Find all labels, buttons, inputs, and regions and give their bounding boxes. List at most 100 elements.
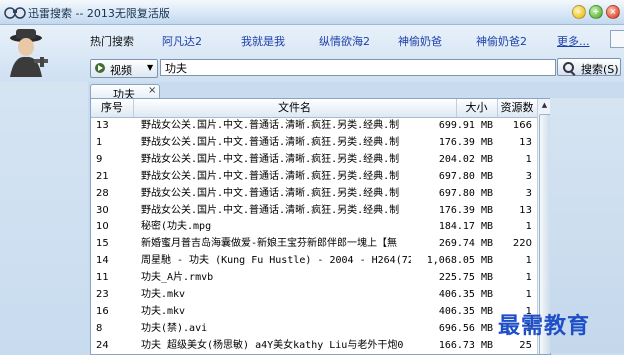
table-row[interactable]: 24 功夫 超级美女(杨思敏) a4Y美女kathy Liu与老外干炮0 166.7… bbox=[91, 338, 537, 354]
more-link[interactable]: 更多... bbox=[557, 33, 590, 49]
table-row[interactable]: 1 野战女公关.国片.中文.普通话.清晰.疯狂.另类.经典.制 176.39 MB 1… bbox=[91, 135, 537, 151]
search-icon bbox=[563, 62, 574, 73]
left-pane bbox=[0, 82, 88, 353]
search-button-label: 搜索(S) bbox=[581, 63, 619, 76]
cell-no: 1 bbox=[96, 136, 103, 148]
expand-icon[interactable] bbox=[610, 30, 624, 48]
cell-size: 406.35 MB bbox=[438, 289, 493, 300]
table-row[interactable]: 13 野战女公关.国片.中文.普通话.清晰.疯狂.另类.经典.制 699.91 MB… bbox=[91, 118, 537, 134]
table-row[interactable]: 23 功夫.mkv 406.35 MB 1 bbox=[91, 287, 537, 303]
column-header-no[interactable]: 序号 bbox=[91, 99, 134, 117]
cell-count: 1 bbox=[525, 289, 532, 300]
hot-link-4[interactable]: 神偷奶爸 bbox=[398, 33, 442, 49]
table-row[interactable]: 21 野战女公关.国片.中文.普通话.清晰.疯狂.另类.经典.制 697.80 MB… bbox=[91, 169, 537, 185]
cell-name: 功夫 超级美女(杨思敏) a4Y美女kathy Liu与老外干炮0 bbox=[141, 339, 404, 351]
cell-size: 697.80 MB bbox=[438, 170, 493, 182]
cell-name: 野战女公关.国片.中文.普通话.清晰.疯狂.另类.经典.制 bbox=[141, 204, 400, 216]
close-button[interactable]: × bbox=[606, 5, 620, 19]
cell-no: 28 bbox=[96, 187, 109, 199]
cell-size: 1,068.05 MB bbox=[426, 255, 493, 267]
cell-no: 13 bbox=[96, 120, 109, 131]
table-header: 序号 文件名 大小 资源数 bbox=[91, 99, 550, 118]
chevron-down-icon: ▼ bbox=[147, 63, 154, 72]
cell-name: 新婚蜜月普吉岛海囊做爱-新娘王宝芬新郎伴郎一塊上【無 bbox=[141, 238, 398, 250]
hot-link-2[interactable]: 我就是我 bbox=[241, 33, 285, 49]
table-row[interactable]: 14 周星馳 - 功夫 (Kung Fu Hustle) - 2004 - H26… bbox=[91, 253, 537, 269]
cell-name: 功夫(禁).avi bbox=[141, 322, 208, 334]
cell-count: 1 bbox=[525, 221, 532, 233]
cell-no: 15 bbox=[96, 238, 109, 250]
cell-name: 野战女公关.国片.中文.普通话.清晰.疯狂.另类.经典.制 bbox=[141, 187, 400, 199]
table-row[interactable]: 10 秘密(功夫.mpg 184.17 MB 1 bbox=[91, 219, 537, 235]
cell-no: 21 bbox=[96, 170, 109, 182]
watermark: 最需教育 bbox=[498, 313, 591, 339]
maximize-button[interactable]: + bbox=[589, 5, 603, 19]
table-row[interactable]: 8 功夫(禁).avi 696.56 MB 1 bbox=[91, 321, 537, 337]
hot-link-1[interactable]: 阿凡达2 bbox=[162, 33, 202, 49]
cell-name: 秘密(功夫.mpg bbox=[141, 221, 212, 233]
search-panel: 热门搜索 阿凡达2 我就是我 纵情欲海2 神偷奶爸 神偷奶爸2 更多... 视频… bbox=[0, 25, 624, 82]
cell-size: 204.02 MB bbox=[438, 153, 493, 165]
cell-size: 166.73 MB bbox=[438, 339, 493, 351]
play-icon bbox=[95, 63, 105, 73]
cell-size: 406.35 MB bbox=[438, 305, 493, 317]
table-row[interactable]: 28 野战女公关.国片.中文.普通话.清晰.疯狂.另类.经典.制 697.80 MB… bbox=[91, 186, 537, 202]
cell-no: 16 bbox=[96, 305, 109, 317]
search-input[interactable] bbox=[160, 59, 556, 76]
minimize-button[interactable]: - bbox=[572, 5, 586, 19]
cell-size: 176.39 MB bbox=[438, 136, 493, 148]
cell-no: 9 bbox=[96, 153, 103, 165]
table-row[interactable]: 11 功夫_A片.rmvb 225.75 MB 1 bbox=[91, 270, 537, 286]
cell-no: 10 bbox=[96, 221, 109, 233]
cell-no: 11 bbox=[96, 272, 109, 284]
cell-count: 13 bbox=[519, 204, 532, 216]
media-type-select[interactable]: 视频 ▼ bbox=[90, 59, 158, 78]
table-row[interactable]: 30 野战女公关.国片.中文.普通话.清晰.疯狂.另类.经典.制 176.39 MB… bbox=[91, 203, 537, 219]
cell-size: 184.17 MB bbox=[438, 221, 493, 233]
cell-size: 696.56 MB bbox=[438, 322, 493, 334]
close-tab-icon[interactable]: × bbox=[148, 85, 156, 96]
media-type-value: 视频 bbox=[110, 64, 132, 77]
cell-name: 野战女公关.国片.中文.普通话.清晰.疯狂.另类.经典.制 bbox=[141, 170, 400, 182]
title-bar: 迅雷搜索 -- 2013无限复活版 - + × bbox=[0, 0, 624, 25]
cell-size: 699.91 MB bbox=[438, 120, 493, 131]
cell-no: 30 bbox=[96, 204, 109, 216]
cell-name: 野战女公关.国片.中文.普通话.清晰.疯狂.另类.经典.制 bbox=[141, 120, 400, 131]
cell-size: 225.75 MB bbox=[438, 272, 493, 284]
column-header-size[interactable]: 大小 bbox=[456, 99, 498, 117]
cell-count: 1 bbox=[525, 255, 532, 267]
tab-kungfu[interactable]: 功夫 × bbox=[90, 84, 160, 101]
cell-size: 176.39 MB bbox=[438, 204, 493, 216]
cell-no: 23 bbox=[96, 289, 109, 300]
tab-strip: 功夫 × bbox=[90, 84, 624, 101]
cell-size: 697.80 MB bbox=[438, 187, 493, 199]
cell-name: 周星馳 - 功夫 (Kung Fu Hustle) - 2004 - H264(… bbox=[141, 255, 411, 267]
cell-no: 8 bbox=[96, 322, 103, 334]
table-row[interactable]: 16 功夫.mkv 406.35 MB 1 bbox=[91, 304, 537, 320]
cell-name: 功夫_A片.rmvb bbox=[141, 272, 214, 284]
hot-link-3[interactable]: 纵情欲海2 bbox=[319, 33, 370, 49]
column-header-name[interactable]: 文件名 bbox=[133, 99, 457, 117]
cell-no: 24 bbox=[96, 339, 109, 351]
cell-count: 1 bbox=[525, 272, 532, 284]
cell-name: 功夫.mkv bbox=[141, 305, 186, 317]
cell-name: 功夫.mkv bbox=[141, 289, 186, 300]
hot-link-5[interactable]: 神偷奶爸2 bbox=[476, 33, 527, 49]
window-title: 迅雷搜索 -- 2013无限复活版 bbox=[28, 7, 170, 20]
table-row[interactable]: 15 新婚蜜月普吉岛海囊做爱-新娘王宝芬新郎伴郎一塊上【無 269.74 MB 220 bbox=[91, 236, 537, 252]
hot-search-label: 热门搜索 bbox=[90, 35, 134, 48]
cell-count: 166 bbox=[512, 120, 532, 131]
cell-count: 25 bbox=[519, 339, 532, 351]
results-table: 序号 文件名 大小 资源数 13 野战女公关.国片.中文.普通话.清晰.疯狂.另类… bbox=[90, 98, 551, 355]
cell-no: 14 bbox=[96, 255, 109, 267]
table-row[interactable]: 9 野战女公关.国片.中文.普通话.清晰.疯狂.另类.经典.制 204.02 MB 1 bbox=[91, 152, 537, 168]
cell-name: 野战女公关.国片.中文.普通话.清晰.疯狂.另类.经典.制 bbox=[141, 136, 400, 148]
search-button[interactable]: 搜索(S) bbox=[557, 58, 621, 76]
detective-mascot-icon bbox=[10, 29, 48, 77]
binoculars-icon bbox=[4, 7, 26, 19]
cell-count: 3 bbox=[525, 170, 532, 182]
cell-count: 13 bbox=[519, 136, 532, 148]
cell-name: 野战女公关.国片.中文.普通话.清晰.疯狂.另类.经典.制 bbox=[141, 153, 400, 165]
cell-count: 1 bbox=[525, 153, 532, 165]
column-header-count[interactable]: 资源数 bbox=[497, 99, 538, 117]
